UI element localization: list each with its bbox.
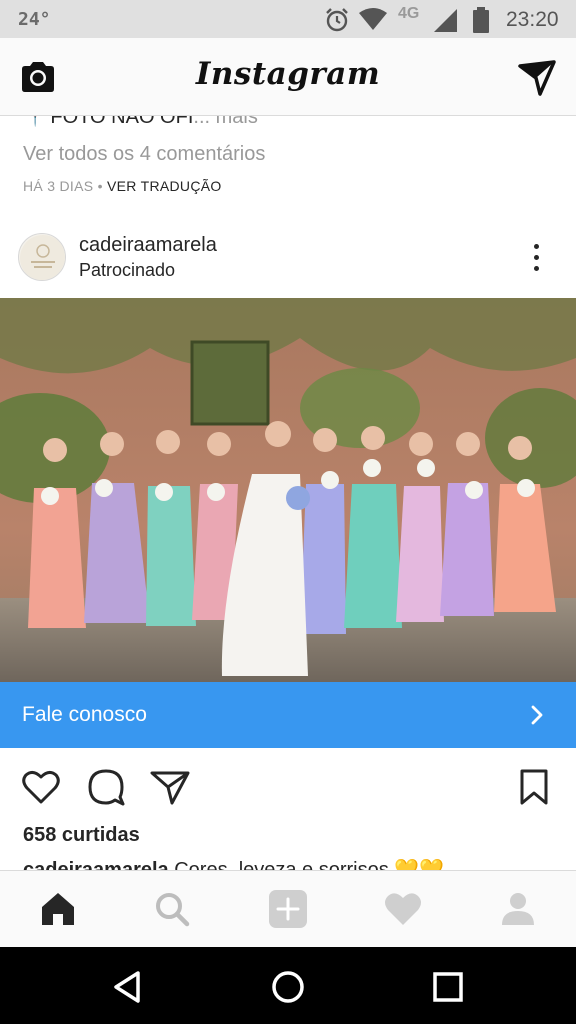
separator: • (93, 178, 107, 194)
battery-icon (473, 7, 489, 33)
contact-cta-button[interactable]: Fale conosco (0, 682, 576, 748)
network-type: 4G (398, 5, 420, 22)
status-temperature: 24° (18, 9, 51, 30)
like-icon[interactable] (21, 767, 61, 807)
profile-icon[interactable] (498, 889, 538, 929)
pin-icon: 📍 (24, 116, 47, 127)
likes-count[interactable]: 658 curtidas (23, 824, 140, 847)
add-post-icon[interactable] (268, 889, 308, 929)
feed[interactable]: 📍 FOTO NAO OFI... mais Ver todos os 4 com… (0, 116, 576, 870)
search-icon[interactable] (152, 889, 192, 929)
previous-caption-text: FOTO NAO OFI (50, 116, 194, 128)
cta-label: Fale conosco (22, 703, 147, 726)
activity-heart-icon[interactable] (383, 889, 423, 929)
status-time: 23:20 (506, 8, 559, 31)
home-circle-icon[interactable] (268, 967, 308, 1007)
view-all-comments-link[interactable]: Ver todos os 4 comentários (23, 143, 265, 166)
more-options-icon[interactable] (526, 240, 548, 276)
see-translation-link[interactable]: VER TRADUÇÃO (107, 178, 222, 194)
sponsored-label: Patrocinado (79, 260, 176, 280)
bottom-navigation (0, 870, 576, 947)
post-header: cadeiraamarela Patrocinado (0, 226, 576, 298)
post-username[interactable]: cadeiraamarela (79, 234, 217, 257)
share-icon[interactable] (150, 767, 190, 807)
signal-icon (434, 9, 457, 32)
chevron-right-icon (531, 705, 543, 725)
caption-username[interactable]: cadeiraamarela (23, 859, 169, 870)
instagram-logo: Instagram (195, 56, 381, 92)
caption-text: Cores, leveza e sorrisos 💛💛 (168, 859, 445, 870)
post-photo[interactable] (0, 298, 576, 682)
recents-icon[interactable] (428, 967, 468, 1007)
save-bookmark-icon[interactable] (514, 767, 554, 807)
previous-caption: 📍 FOTO NAO OFI... mais (24, 116, 258, 129)
post-actions (0, 748, 576, 828)
system-navigation-bar (0, 947, 576, 1024)
back-icon[interactable] (108, 967, 148, 1007)
comment-icon[interactable] (86, 767, 126, 807)
app-header: Instagram (0, 38, 576, 116)
status-bar: 24° 4G 23:20 (0, 0, 576, 38)
post-caption: cadeiraamarela Cores, leveza e sorrisos … (23, 857, 444, 870)
post-time-row: HÁ 3 DIAS • VER TRADUÇÃO (23, 178, 222, 194)
avatar[interactable] (18, 233, 66, 281)
alarm-icon (326, 8, 348, 32)
home-icon[interactable] (38, 889, 78, 929)
direct-message-icon[interactable] (518, 58, 556, 96)
more-link[interactable]: ... mais (193, 116, 257, 128)
time-ago: HÁ 3 DIAS (23, 178, 94, 194)
avatar-logo (20, 235, 65, 280)
wifi-icon (359, 8, 387, 30)
